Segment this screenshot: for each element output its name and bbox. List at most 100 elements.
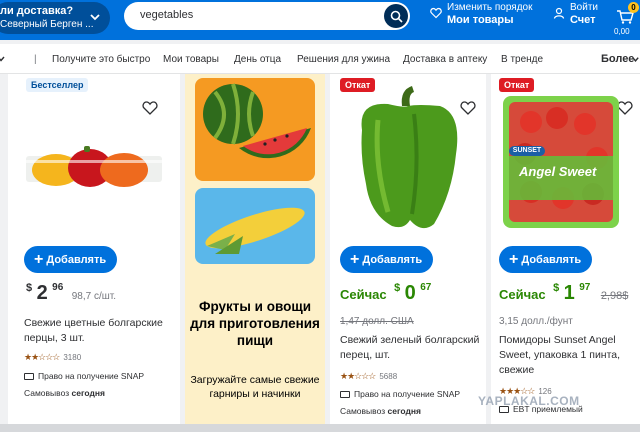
stars-icon: ★★☆☆☆ <box>340 371 376 381</box>
chevron-down-icon <box>90 14 100 21</box>
nav-more[interactable]: Более <box>601 53 634 65</box>
promo-subtitle: Загружайте самые свежие гарниры и начинк… <box>190 374 320 400</box>
tomato-package-image <box>503 96 619 228</box>
product-title[interactable]: Свежие цветные болгарские перцы, 3 шт. <box>24 316 164 346</box>
nav-item-my-items[interactable]: Мои товары <box>163 54 219 65</box>
rollback-badge: Откат <box>499 78 535 92</box>
delivery-selector[interactable]: ли доставка? Северный Берген ... <box>0 2 110 34</box>
add-label: Добавлять <box>362 253 423 266</box>
rating-stars: ★★☆☆☆ 5688 <box>340 371 397 382</box>
search-bar[interactable]: vegetables <box>124 2 410 30</box>
reorder-label: Изменить порядок <box>447 2 533 13</box>
delivery-location: Северный Берген ... <box>0 19 94 30</box>
pickup-when: сегодня <box>387 406 421 416</box>
nav-item-trending[interactable]: В тренде <box>501 54 543 65</box>
watermelon-tile <box>195 78 315 181</box>
nav-item-pharmacy-delivery[interactable]: Доставка в аптеку <box>403 54 487 65</box>
search-input[interactable]: vegetables <box>140 9 193 21</box>
nav-item-get-it-fast[interactable]: Получите это быстро <box>52 54 150 65</box>
pickup-info: Самовывоз сегодня <box>340 406 421 416</box>
unit-price: 3,15 долл./фунт <box>499 316 573 327</box>
cart-button[interactable]: 0 0,00 <box>612 0 640 40</box>
snap-eligible: Право на получение SNAP <box>24 371 144 381</box>
watermark: YAPLAKAL.COM <box>478 394 580 408</box>
rating-stars: ★★☆☆☆ 3180 <box>24 352 81 363</box>
chevron-down-icon <box>632 57 639 62</box>
product-card[interactable]: Откат SUNSET Angel Sweet + Добавлять Сей… <box>491 74 640 432</box>
chevron-down-icon[interactable] <box>0 54 6 64</box>
top-header: ли доставка? Северный Берген ... vegetab… <box>0 0 640 40</box>
price: Сейчас $ 0 67 <box>340 282 431 305</box>
review-count: 3180 <box>63 353 82 362</box>
now-label: Сейчас <box>499 287 546 302</box>
price: Сейчас $ 1 97 2,98$ <box>499 282 628 305</box>
snap-label: Право на получение SNAP <box>354 389 461 399</box>
search-icon <box>390 10 403 23</box>
price-cents: 97 <box>579 282 591 293</box>
card-icon <box>340 390 350 398</box>
price-currency: $ <box>26 282 33 294</box>
delivery-question: ли доставка? <box>0 5 74 17</box>
product-title[interactable]: Свежий зеленый болгарский перец, шт. <box>340 333 480 363</box>
plus-icon: + <box>509 250 519 268</box>
price-currency: $ <box>553 282 560 294</box>
favorite-heart-icon[interactable] <box>142 100 158 116</box>
now-label: Сейчас <box>340 287 387 302</box>
price-currency: $ <box>394 282 401 294</box>
pickup-when: сегодня <box>71 388 105 398</box>
nav-item-fathers-day[interactable]: День отца <box>234 54 281 65</box>
was-price: 2,98$ <box>600 290 629 302</box>
corn-tile <box>195 188 315 264</box>
promo-card[interactable]: Фрукты и овощи для приготовления пищи За… <box>185 74 325 432</box>
product-card[interactable]: Откат + Добавлять Сейчас $ 0 67 1,47 дол… <box>330 74 486 432</box>
bestseller-badge: Бестселлер <box>26 78 89 92</box>
green-pepper-image <box>361 86 458 229</box>
department-nav: | Получите это быстро Мои товары День от… <box>0 44 640 74</box>
cart-count-badge: 0 <box>628 2 639 13</box>
card-icon <box>24 372 34 380</box>
price-cents: 67 <box>420 282 432 293</box>
pickup-label: Самовывоз <box>24 388 70 398</box>
nav-divider: | <box>34 54 37 65</box>
plus-icon: + <box>350 250 360 268</box>
stars-icon: ★★☆☆☆ <box>24 352 60 362</box>
promo-title: Фрукты и овощи для приготовления пищи <box>190 299 320 348</box>
add-to-cart-button[interactable]: + Добавлять <box>24 246 117 273</box>
price-cents: 96 <box>52 282 64 293</box>
heart-icon <box>430 7 442 19</box>
account-menu[interactable]: Войти Счет <box>570 2 598 26</box>
product-title[interactable]: Помидоры Sunset Angel Sweet, упаковка 1 … <box>499 333 637 378</box>
reorder-my-items[interactable]: Изменить порядок Мои товары <box>447 2 533 26</box>
nav-item-dinner-solutions[interactable]: Решения для ужина <box>297 54 390 65</box>
review-count: 5688 <box>379 372 398 381</box>
pickup-info: Самовывоз сегодня <box>24 388 105 398</box>
watermelon-image <box>203 83 311 159</box>
product-image[interactable] <box>24 140 164 196</box>
account-label: Счет <box>570 14 596 26</box>
price-dollars: 1 <box>563 282 575 304</box>
user-icon <box>553 7 565 19</box>
snap-label: Право на получение SNAP <box>38 371 145 381</box>
price-dollars: 0 <box>404 282 416 304</box>
was-price: 1,47 долл. США <box>340 316 414 327</box>
package-product-name: Angel Sweet <box>519 164 597 179</box>
product-image[interactable] <box>348 84 464 234</box>
product-card[interactable]: Бестселлер + Добавлять $ 2 96 98,7 с/шт.… <box>8 74 180 432</box>
package-brand: SUNSET <box>509 146 545 156</box>
price: $ 2 96 98,7 с/шт. <box>26 282 116 305</box>
add-to-cart-button[interactable]: + Добавлять <box>499 246 592 273</box>
cart-total: 0,00 <box>614 27 630 36</box>
add-label: Добавлять <box>521 253 582 266</box>
price-dollars: 2 <box>36 282 48 304</box>
my-items-label: Мои товары <box>447 14 514 26</box>
sign-in-label: Войти <box>570 2 598 13</box>
plus-icon: + <box>34 250 44 268</box>
corn-image <box>205 207 305 254</box>
add-label: Добавлять <box>46 253 107 266</box>
snap-eligible: Право на получение SNAP <box>340 389 460 399</box>
os-taskbar <box>0 424 640 432</box>
bell-peppers-image <box>26 146 162 187</box>
search-button[interactable] <box>384 4 408 28</box>
product-image[interactable]: SUNSET Angel Sweet <box>501 94 621 230</box>
add-to-cart-button[interactable]: + Добавлять <box>340 246 433 273</box>
